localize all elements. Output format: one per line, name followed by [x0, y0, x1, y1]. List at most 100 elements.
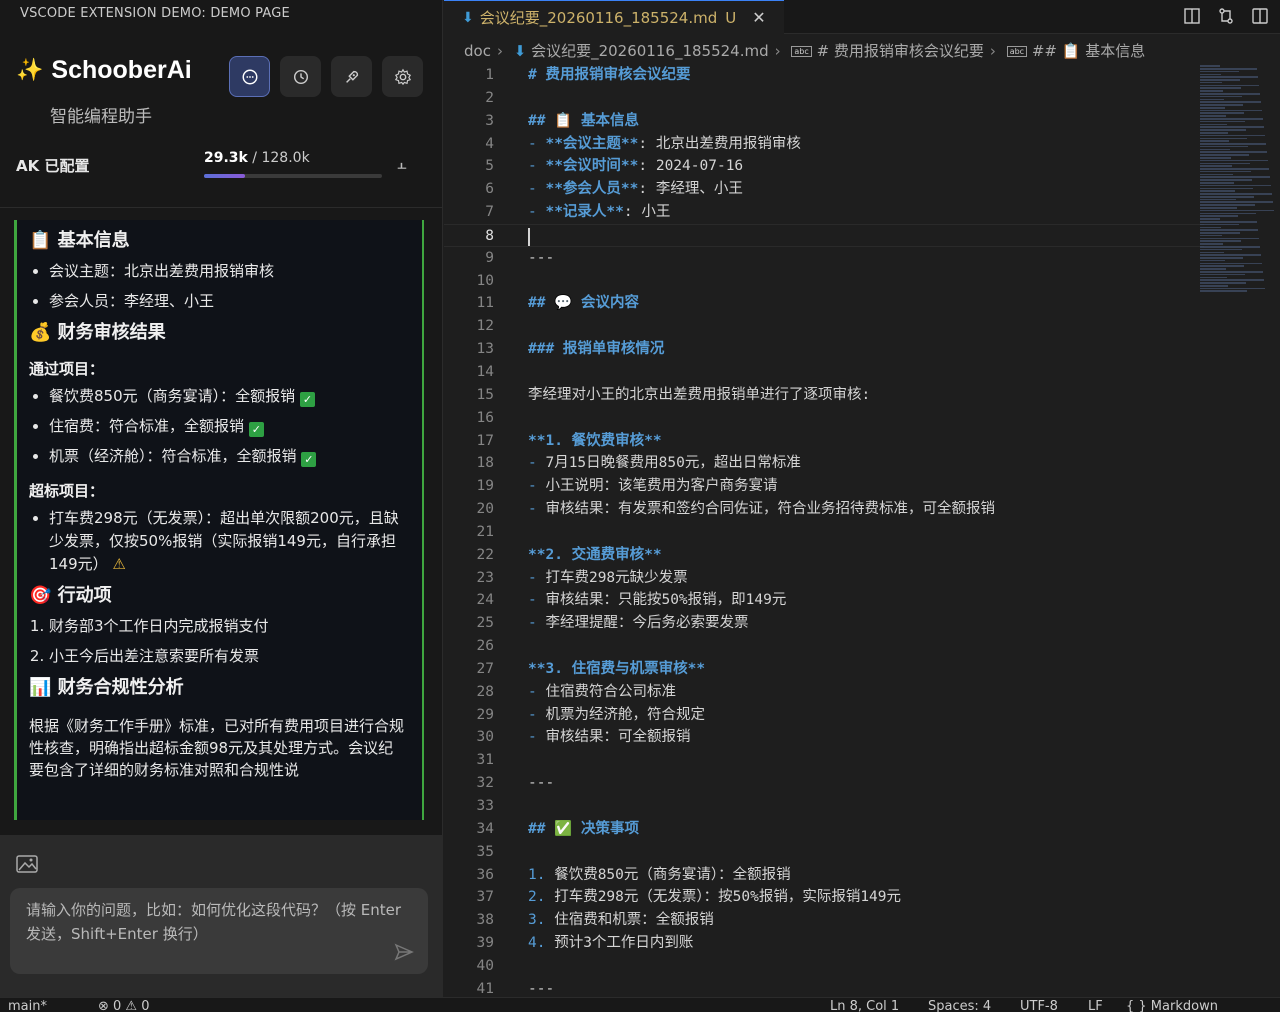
line-number: 1: [485, 67, 494, 83]
problems-indicator[interactable]: ⊗ 0 ⚠ 0: [98, 999, 150, 1012]
code-line[interactable]: 39 4. 预计3个工作日内到账: [444, 932, 1204, 955]
code-line[interactable]: 33: [444, 795, 1204, 818]
check-icon: ✓: [301, 452, 317, 467]
chat-icon: [242, 69, 257, 84]
line-text: - 审核结果：有发票和签约合同佐证，符合业务招待费标准，可全额报销: [528, 501, 995, 518]
code-line[interactable]: 30 - 审核结果：可全额报销: [444, 726, 1204, 749]
send-icon[interactable]: [394, 942, 414, 962]
encoding[interactable]: UTF-8: [1020, 999, 1058, 1012]
warning-icon: ⚠: [112, 555, 126, 573]
code-line[interactable]: 18 - 7月15日晚餐费用850元，超出日常标准: [444, 452, 1204, 475]
code-line[interactable]: 16: [444, 407, 1204, 430]
breadcrumb-heading-1[interactable]: # 费用报销审核会议纪要: [817, 42, 984, 60]
code-line[interactable]: 32 ---: [444, 772, 1204, 795]
line-number: 13: [476, 341, 494, 358]
code-line[interactable]: 26: [444, 635, 1204, 658]
line-number: 34: [476, 820, 494, 837]
code-line[interactable]: 22 **2. 交通费审核**: [444, 544, 1204, 567]
code-line[interactable]: 9 ---: [444, 247, 1204, 270]
code-line[interactable]: 34 ## ✅ 决策事项: [444, 818, 1204, 841]
minimap[interactable]: [1200, 64, 1280, 324]
code-line[interactable]: 28 - 住宿费符合公司标准: [444, 681, 1204, 704]
code-line[interactable]: 1 # 费用报销审核会议纪要: [444, 64, 1204, 87]
line-text: **2. 交通费审核**: [528, 546, 662, 563]
line-number: 15: [476, 386, 494, 403]
code-line[interactable]: 17 **1. 餐饮费审核**: [444, 430, 1204, 453]
image-upload-icon[interactable]: [16, 855, 38, 873]
code-line[interactable]: 21: [444, 521, 1204, 544]
breadcrumb-folder[interactable]: doc: [464, 42, 491, 60]
code-line[interactable]: 8: [444, 223, 1204, 247]
code-line[interactable]: 2: [444, 87, 1204, 110]
list-item: 打车费298元（无发票）：超出单次限额200元，且缺少发票，仅按50%报销（实际…: [49, 507, 408, 576]
history-icon: [293, 69, 308, 84]
ak-status: AK 已配置: [16, 157, 90, 175]
code-line[interactable]: 27 **3. 住宿费与机票审核**: [444, 658, 1204, 681]
line-number: 37: [476, 889, 494, 906]
code-line[interactable]: 20 - 审核结果：有发票和签约合同佐证，符合业务招待费标准，可全额报销: [444, 498, 1204, 521]
check-icon: ✓: [299, 392, 315, 407]
code-line[interactable]: 7 - **记录人**: 小王: [444, 201, 1204, 224]
line-number: 4: [485, 135, 494, 152]
split-editor-icon[interactable]: [1250, 6, 1270, 26]
line-text: - 审核结果：只能按50%报销，即149元: [528, 592, 787, 609]
token-usage: 29.3k / 128.0k: [204, 150, 310, 166]
compress-icon[interactable]: ⫠: [397, 154, 407, 174]
language-mode[interactable]: { } Markdown: [1126, 999, 1218, 1012]
line-text: ### 报销单审核情况: [528, 341, 665, 358]
code-line[interactable]: 25 - 李经理提醒：今后务必索要发票: [444, 612, 1204, 635]
code-line[interactable]: 10: [444, 270, 1204, 293]
code-line[interactable]: 31: [444, 749, 1204, 772]
line-number: 24: [476, 592, 494, 609]
chat-input[interactable]: 请输入你的问题，比如：如何优化这段代码？（按 Enter 发送，Shift+En…: [10, 888, 428, 974]
code-line[interactable]: 12: [444, 315, 1204, 338]
branch-indicator[interactable]: main*: [8, 999, 47, 1012]
code-line[interactable]: 35: [444, 841, 1204, 864]
code-line[interactable]: 37 2. 打车费298元（无发票）：按50%报销，实际报销149元: [444, 886, 1204, 909]
code-line[interactable]: 36 1. 餐饮费850元（商务宴请）：全额报销: [444, 864, 1204, 887]
code-line[interactable]: 15 李经理对小王的北京出差费用报销单进行了逐项审核:: [444, 384, 1204, 407]
code-line[interactable]: 11 ## 💬 会议内容: [444, 292, 1204, 315]
code-line[interactable]: 14: [444, 361, 1204, 384]
gear-icon: [394, 68, 411, 85]
line-number: 35: [476, 843, 494, 860]
line-text: - 审核结果：可全额报销: [528, 729, 691, 746]
open-preview-icon[interactable]: [1182, 6, 1202, 26]
line-number: 26: [476, 638, 494, 655]
breadcrumb-heading-2[interactable]: ## 📋 基本信息: [1032, 42, 1145, 60]
rocket-button[interactable]: [331, 56, 372, 97]
breadcrumb-file[interactable]: 会议纪要_20260116_185524.md: [531, 42, 769, 60]
code-line[interactable]: 6 - **参会人员**: 李经理、小王: [444, 178, 1204, 201]
code-line[interactable]: 38 3. 住宿费和机票：全额报销: [444, 909, 1204, 932]
settings-button[interactable]: [382, 56, 423, 97]
list-item: 机票（经济舱）：符合标准，全额报销 ✓: [49, 445, 408, 468]
line-text: ## 💬 会议内容: [528, 295, 639, 312]
code-line[interactable]: 40: [444, 955, 1204, 978]
tab-markdown-file[interactable]: ⬇ 会议纪要_20260116_185524.md U ✕: [444, 0, 784, 34]
history-button[interactable]: [280, 56, 321, 97]
code-line[interactable]: 23 - 打车费298元缺少发票: [444, 567, 1204, 590]
line-number: 5: [485, 158, 494, 175]
symbol-string-icon: abc: [791, 46, 812, 57]
line-number: 33: [476, 798, 494, 814]
code-area[interactable]: 1 # 费用报销审核会议纪要 2 3 ## 📋 基本信息 4 - **会议主题**: 北京出…: [444, 64, 1204, 1001]
line-ending[interactable]: LF: [1088, 999, 1103, 1012]
line-number: 20: [476, 501, 494, 518]
cursor-position[interactable]: Ln 8, Col 1: [830, 999, 899, 1012]
code-line[interactable]: 4 - **会议主题**: 北京出差费用报销审核: [444, 133, 1204, 156]
code-line[interactable]: 19 - 小王说明：该笔费用为客户商务宴请: [444, 475, 1204, 498]
code-line[interactable]: 3 ## 📋 基本信息: [444, 110, 1204, 133]
line-number: 14: [476, 363, 494, 380]
code-line[interactable]: 13 ### 报销单审核情况: [444, 338, 1204, 361]
chat-button[interactable]: [229, 56, 270, 97]
compare-changes-icon[interactable]: [1216, 6, 1236, 26]
indentation[interactable]: Spaces: 4: [928, 999, 991, 1012]
code-line[interactable]: 29 - 机票为经济舱，符合规定: [444, 704, 1204, 727]
line-number: 25: [476, 615, 494, 632]
close-icon[interactable]: ✕: [752, 8, 765, 27]
line-text: - **会议主题**: 北京出差费用报销审核: [528, 135, 801, 152]
code-line[interactable]: 5 - **会议时间**: 2024-07-16: [444, 155, 1204, 178]
code-line[interactable]: 24 - 审核结果：只能按50%报销，即149元: [444, 589, 1204, 612]
line-number: 6: [485, 181, 494, 198]
line-text: - 小王说明：该笔费用为客户商务宴请: [528, 478, 778, 495]
